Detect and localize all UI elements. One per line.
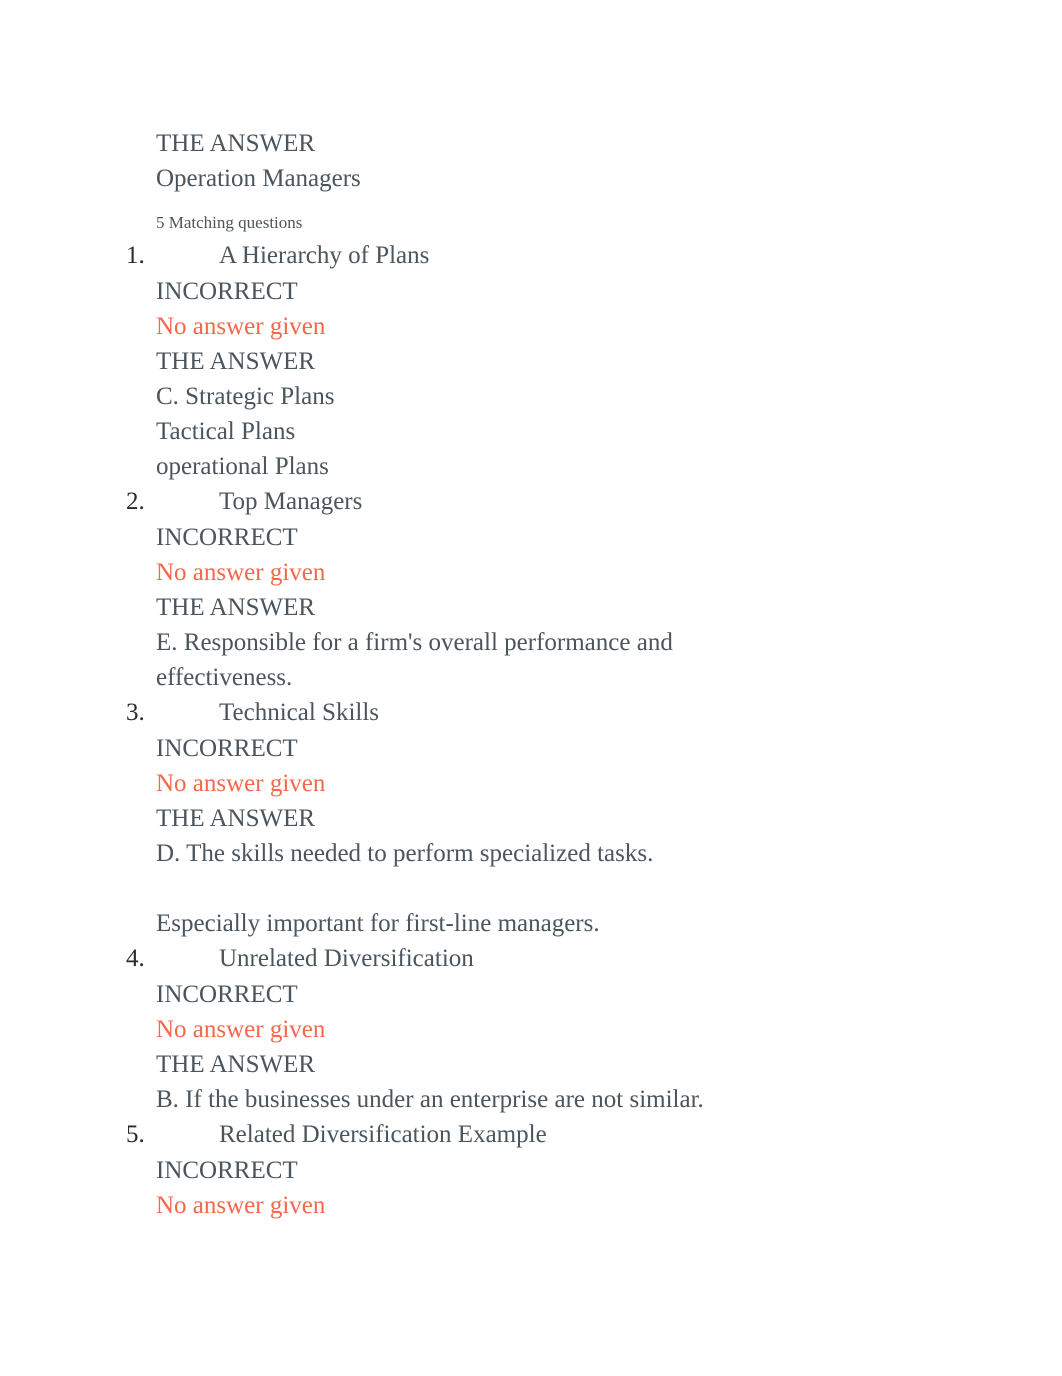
user-answer: No answer given bbox=[156, 559, 326, 586]
answer-label: THE ANSWER bbox=[156, 594, 316, 621]
answer-line: D. The skills needed to perform speciali… bbox=[156, 840, 654, 867]
question-item: 4. Unrelated Diversification INCORRECT No a… bbox=[0, 941, 1062, 1117]
answer-line: Tactical Plans bbox=[156, 418, 296, 445]
question-item: 5. Related Diversification Example INCORRE… bbox=[0, 1117, 1062, 1223]
answer-line: E. Responsible for a firm's overall perf… bbox=[156, 629, 680, 691]
question-number: 5. bbox=[126, 1121, 145, 1148]
question-number: 2. bbox=[126, 488, 145, 515]
matching-questions-list: 1. A Hierarchy of Plans INCORRECT No answer… bbox=[0, 238, 1062, 1223]
question-body: INCORRECT No answer given bbox=[156, 1153, 1062, 1223]
question-title-row: 2. Top Managers bbox=[0, 484, 1062, 520]
question-title-row: 3. Technical Skills bbox=[0, 695, 1062, 731]
status-badge: INCORRECT bbox=[156, 278, 298, 305]
question-title-row: 1. A Hierarchy of Plans bbox=[0, 238, 1062, 274]
question-number: 3. bbox=[126, 699, 145, 726]
question-body: INCORRECT No answer given THE ANSWER B. If … bbox=[156, 977, 1062, 1117]
header-line-title: Operation Managers bbox=[156, 165, 361, 192]
answer-label: THE ANSWER bbox=[156, 805, 316, 832]
question-term: Technical Skills bbox=[219, 699, 380, 726]
question-term: Related Diversification Example bbox=[219, 1121, 547, 1148]
question-term: Top Managers bbox=[219, 488, 363, 515]
question-number: 1. bbox=[126, 242, 145, 269]
user-answer: No answer given bbox=[156, 313, 326, 340]
question-item: 3. Technical Skills INCORRECT No answer giv… bbox=[0, 695, 1062, 941]
question-body: INCORRECT No answer given THE ANSWER E. Res… bbox=[156, 520, 1062, 695]
question-term: Unrelated Diversification bbox=[219, 945, 474, 972]
status-badge: INCORRECT bbox=[156, 524, 298, 551]
question-term: A Hierarchy of Plans bbox=[219, 242, 430, 269]
question-body: INCORRECT No answer given THE ANSWER C. Str… bbox=[156, 274, 1062, 484]
user-answer: No answer given bbox=[156, 770, 326, 797]
document-page: THE ANSWER Operation Managers 5 Matching… bbox=[0, 0, 1062, 1376]
document-header: THE ANSWER Operation Managers bbox=[156, 126, 1062, 196]
answer-line: operational Plans bbox=[156, 453, 329, 480]
question-item: 2. Top Managers INCORRECT No answer given TH… bbox=[0, 484, 1062, 695]
status-badge: INCORRECT bbox=[156, 735, 298, 762]
status-badge: INCORRECT bbox=[156, 1157, 298, 1184]
question-item: 1. A Hierarchy of Plans INCORRECT No answer… bbox=[0, 238, 1062, 484]
answer-line: B. If the businesses under an enterprise… bbox=[156, 1086, 704, 1113]
header-line-the-answer: THE ANSWER bbox=[156, 130, 316, 157]
answer-line: C. Strategic Plans bbox=[156, 383, 335, 410]
answer-label: THE ANSWER bbox=[156, 1051, 316, 1078]
question-title-row: 4. Unrelated Diversification bbox=[0, 941, 1062, 977]
question-body: INCORRECT No answer given THE ANSWER D. The… bbox=[156, 731, 1062, 941]
question-count-label: 5 Matching questions bbox=[156, 213, 303, 232]
answer-label: THE ANSWER bbox=[156, 348, 316, 375]
question-number: 4. bbox=[126, 945, 145, 972]
answer-line: Especially important for first-line mana… bbox=[156, 910, 600, 937]
status-badge: INCORRECT bbox=[156, 981, 298, 1008]
question-title-row: 5. Related Diversification Example bbox=[0, 1117, 1062, 1153]
user-answer: No answer given bbox=[156, 1016, 326, 1043]
answer-spacer-line bbox=[156, 871, 796, 906]
user-answer: No answer given bbox=[156, 1192, 326, 1219]
